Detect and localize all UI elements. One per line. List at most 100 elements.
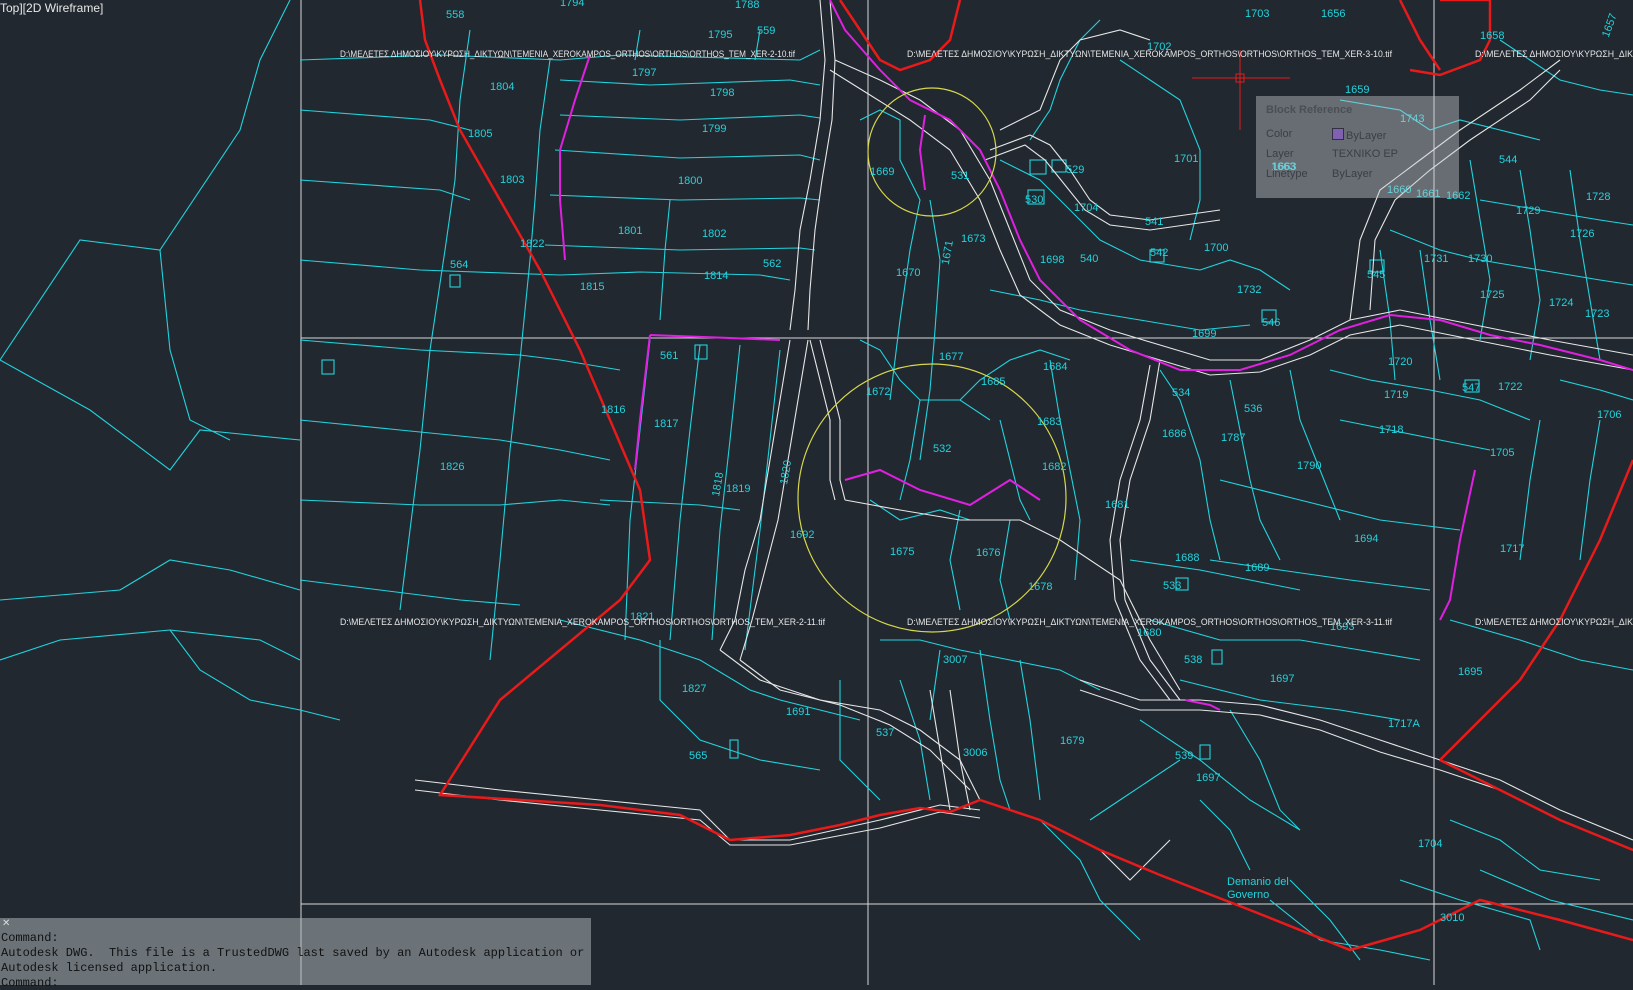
parcel-label: 1697 [1196,772,1220,784]
raster-path: D:\ΜΕΛΕΤΕΣ ΔΗΜΟΣΙΟΥ\ΚΥΡΩΣΗ_ΔΙΚ [1475,49,1633,59]
parcel-label: 1794 [560,0,584,9]
parcel-label: 1677 [939,351,963,363]
parcel-label: 1705 [1490,447,1514,459]
parcel-label: 1679 [1060,735,1084,747]
parcel-label: 538 [1184,654,1202,666]
parcel-label: 1798 [710,87,734,99]
parcel-label: 3007 [943,654,967,666]
parcel-label: 1676 [976,547,1000,559]
parcel-label: 533 [1163,580,1181,592]
tooltip-value: ByLayer [1346,130,1387,142]
parcel-label: 1815 [580,281,604,293]
parcel-label: 545 [1367,269,1385,281]
tooltip-value: TEXNIKO EP [1332,148,1399,160]
parcel-label: 1730 [1468,253,1492,265]
parcel-label: 1726 [1570,228,1594,240]
parcel-label: 529 [1066,164,1084,176]
magenta-lines [559,0,1633,711]
parcel-label: 1718 [1379,424,1403,436]
parcel-label: 564 [450,259,468,271]
parcel-label: 1672 [866,386,890,398]
command-input[interactable]: Command: [1,976,59,990]
parcel-label: 1795 [708,29,732,41]
tooltip-key: Linetype [1266,168,1308,180]
tooltip-key: Color [1266,128,1293,140]
parcel-label: 1822 [520,238,544,250]
parcel-label: 1689 [1245,562,1269,574]
raster-path: D:\ΜΕΛΕΤΕΣ ΔΗΜΟΣΙΟΥ\ΚΥΡΩΣΗ_ΔΙΚΤΥΩΝ\ΤΕΜΕΝ… [907,617,1392,627]
area-label-line2: Governo [1227,889,1269,901]
parcel-label: 1720 [1388,356,1412,368]
parcel-label: 3010 [1440,912,1464,924]
parcel-label: 1683 [1037,416,1061,428]
parcel-label: 1700 [1204,242,1228,254]
parcel-label: 532 [933,443,951,455]
parcel-label: 1658 [1480,30,1504,42]
block-reference-tooltip: Block Reference Color ByLayer Layer TEXN… [1256,96,1459,198]
parcel-label: 1724 [1549,297,1573,309]
command-line-history[interactable]: Command: Autodesk DWG. This file is a Tr… [0,918,591,990]
parcel-label: 540 [1080,253,1098,265]
parcel-label: 561 [660,350,678,362]
parcel-label: 537 [876,727,894,739]
command-line: Command: [1,931,59,945]
parcel-label: 1803 [500,174,524,186]
parcel-label: 1731 [1424,253,1448,265]
parcel-label: 1691 [786,706,810,718]
parcel-label: 1799 [702,123,726,135]
parcel-label: 1827 [682,683,706,695]
parcel-label: 546 [1262,317,1280,329]
parcel-label: 1698 [1040,254,1064,266]
parcel-label: 1685 [981,376,1005,388]
raster-path: D:\ΜΕΛΕΤΕΣ ΔΗΜΟΣΙΟΥ\ΚΥΡΩΣΗ_ΔΙΚΤΥΩΝ\ΤΕΜΕΝ… [907,49,1392,59]
parcel-label: 1669 [870,166,894,178]
parcel-label: 1703 [1245,8,1269,20]
parcel-label: 1787 [1221,432,1245,444]
parcel-label: 531 [951,170,969,182]
drawing-canvas[interactable]: 558 1794 1788 559 1795 1797 1798 1799 18… [0,0,1633,990]
parcel-label: 562 [763,258,781,270]
parcel-label: 544 [1499,154,1517,166]
parcel-label: 1704 [1418,838,1442,850]
parcel-label: 1686 [1162,428,1186,440]
parcel-label: 541 [1145,216,1163,228]
parcel-label: 1805 [468,128,492,140]
parcel-label: 1804 [490,81,514,93]
parcel-label: 1801 [618,225,642,237]
command-line: Autodesk DWG. This file is a TrustedDWG … [1,946,585,960]
parcel-label: 1706 [1597,409,1621,421]
parcel-label: 536 [1244,403,1262,415]
parcel-label: 1694 [1354,533,1378,545]
tooltip-title: Block Reference [1266,104,1353,116]
parcel-label: 1701 [1174,153,1198,165]
area-label-line1: Demanio del [1227,876,1289,888]
parcel-label: 1719 [1384,389,1408,401]
tooltip-key: Layer [1266,148,1294,160]
parcel-label: 1692 [790,529,814,541]
parcel-label: 547 [1462,382,1480,394]
parcel-label: 1722 [1498,381,1522,393]
raster-path: D:\ΜΕΛΕΤΕΣ ΔΗΜΟΣΙΟΥ\ΚΥΡΩΣΗ_ΔΙΚ [1475,617,1633,627]
command-line: Autodesk licensed application. [1,961,218,975]
parcel-label: 530 [1025,194,1043,206]
parcel-label: 1675 [890,546,914,558]
parcel-label: 565 [689,750,707,762]
parcel-label: 1816 [601,404,625,416]
parcel-label: 1817 [654,418,678,430]
parcel-label: 1656 [1321,8,1345,20]
parcel-label: 1790 [1297,460,1321,472]
parcel-label: 1788 [735,0,759,11]
parcel-label: 1657 [1600,12,1620,39]
parcel-label: 1717A [1388,718,1420,730]
parcel-label: 1697 [1270,673,1294,685]
parcel-label: 1671 [940,240,956,266]
parcel-label: 1725 [1480,289,1504,301]
ucs-icon: ✕ [2,918,11,929]
parcel-label: 3006 [963,747,987,759]
viewport-controls-label[interactable]: Top][2D Wireframe] [0,1,103,15]
parcel-label: 1678 [1028,581,1052,593]
raster-path: D:\ΜΕΛΕΤΕΣ ΔΗΜΟΣΙΟΥ\ΚΥΡΩΣΗ_ΔΙΚΤΥΩΝ\ΤΕΜΕΝ… [340,49,795,59]
parcel-label: 1688 [1175,552,1199,564]
parcel-label: 1723 [1585,308,1609,320]
parcel-label: 1695 [1458,666,1482,678]
